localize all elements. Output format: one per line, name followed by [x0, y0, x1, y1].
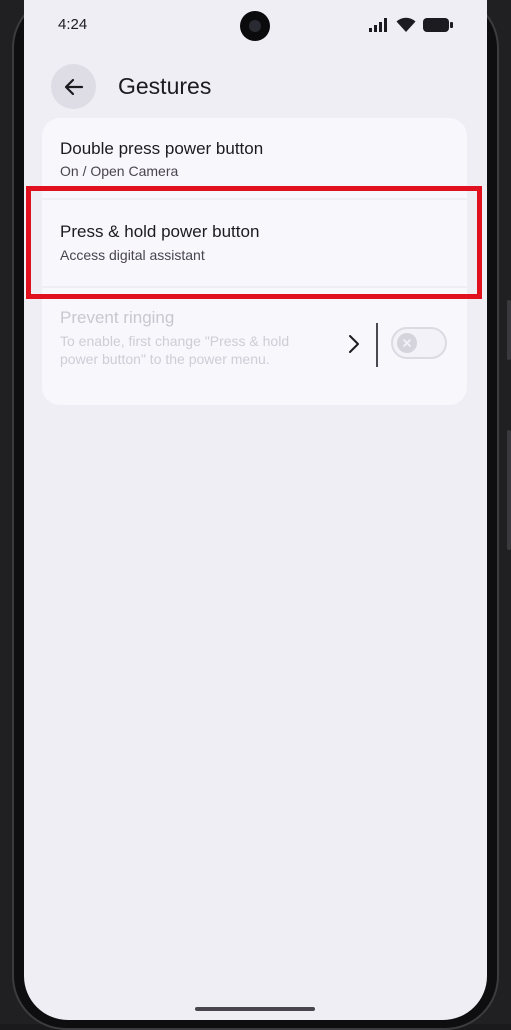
wifi-icon	[396, 17, 416, 32]
arrow-left-icon	[64, 78, 83, 95]
toggle-knob	[397, 333, 417, 353]
volume-button	[507, 300, 511, 360]
battery-icon	[423, 17, 453, 32]
setting-title: Press & hold power button	[60, 222, 260, 241]
setting-subtitle: On / Open Camera	[60, 163, 179, 179]
setting-subtitle: Access digital assistant	[60, 247, 205, 263]
back-button[interactable]	[51, 64, 96, 109]
chevron-right-icon[interactable]	[347, 333, 361, 355]
screen: 4:24 Gestures Double press power button …	[24, 0, 487, 1020]
power-button	[507, 430, 511, 550]
vertical-separator	[376, 323, 378, 367]
status-time: 4:24	[58, 16, 88, 33]
page-title: Gestures	[118, 73, 212, 99]
setting-double-press-power[interactable]: Double press power button On / Open Came…	[42, 118, 467, 196]
prevent-ringing-toggle	[391, 327, 447, 359]
setting-subtitle: To enable, first change "Press & hold po…	[60, 333, 290, 367]
front-camera	[240, 11, 270, 41]
status-bar: 4:24	[24, 0, 487, 50]
setting-title: Prevent ringing	[60, 308, 175, 327]
close-icon	[403, 339, 411, 347]
home-indicator[interactable]	[195, 1007, 315, 1011]
phone-device: 4:24 Gestures Double press power button …	[0, 0, 511, 1030]
setting-press-hold-power[interactable]: Press & hold power button Access digital…	[42, 200, 467, 284]
signal-icon	[369, 17, 387, 32]
setting-title: Double press power button	[60, 139, 264, 158]
settings-card: Double press power button On / Open Came…	[42, 118, 467, 405]
status-icons	[369, 17, 453, 32]
